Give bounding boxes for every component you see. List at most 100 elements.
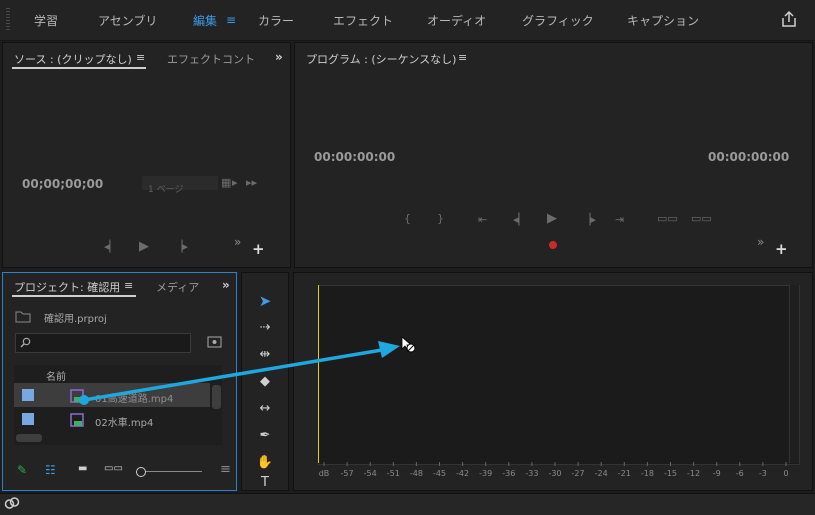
- share-icon[interactable]: [780, 10, 798, 28]
- ruler-label: -36: [502, 469, 515, 478]
- tab-project[interactable]: プロジェクト: 確認用: [14, 279, 120, 295]
- program-add-button-icon[interactable]: +: [775, 240, 788, 258]
- panel-overflow-icon[interactable]: »: [275, 50, 283, 64]
- page-field[interactable]: 1 ページ: [142, 176, 218, 195]
- ruler-label: -21: [618, 469, 631, 478]
- hand-tool-icon[interactable]: ✋: [253, 452, 277, 474]
- zoom-slider-handle[interactable]: [136, 467, 146, 477]
- vertical-scrollbar[interactable]: [212, 385, 221, 409]
- freeform-view-icon[interactable]: ▭▭: [104, 463, 123, 474]
- clip-icon: [70, 389, 84, 403]
- meter-strip: [789, 285, 799, 463]
- type-tool-icon[interactable]: T: [253, 476, 277, 490]
- ruler-label: -51: [387, 469, 400, 478]
- workspace-graphics[interactable]: グラフィック: [522, 12, 594, 29]
- ruler-label: -12: [687, 469, 700, 478]
- page-arrow-icon[interactable]: ▸: [232, 176, 238, 189]
- program-menu-icon[interactable]: ≡: [458, 51, 467, 64]
- ruler-label: -6: [736, 469, 744, 478]
- lift-icon[interactable]: ▭▭: [657, 212, 678, 225]
- workspace-assembly[interactable]: アセンブリ: [98, 12, 157, 29]
- ruler-label: -45: [433, 469, 446, 478]
- label-color-swatch[interactable]: [22, 413, 34, 425]
- tab-source[interactable]: ソース : (クリップなし): [14, 51, 132, 67]
- list-item-name[interactable]: 02水車.mp4: [95, 414, 153, 429]
- mark-in-icon[interactable]: {: [404, 212, 411, 225]
- ruler-label: -57: [341, 469, 354, 478]
- ruler-label: -15: [664, 469, 677, 478]
- pencil-icon[interactable]: ✎: [17, 463, 27, 477]
- source-panel: [2, 42, 291, 268]
- controls-overflow-icon[interactable]: »: [234, 235, 241, 249]
- playhead[interactable]: [318, 285, 319, 463]
- no-drop-cursor-icon: [401, 336, 416, 353]
- workspace-audio[interactable]: オーディオ: [427, 12, 486, 29]
- workspace-captions[interactable]: キャプション: [627, 12, 699, 29]
- step-back-icon[interactable]: ◂▏: [513, 213, 527, 226]
- ripple-edit-tool-icon[interactable]: ⇹: [253, 344, 277, 366]
- page-next-icon[interactable]: ▸▸: [246, 176, 257, 189]
- step-forward-icon[interactable]: ▕▸: [174, 240, 188, 253]
- active-tab-underline: [12, 67, 146, 69]
- audio-meter-ruler: dB -57 -54 -51 -48 -45 -42 -39 -36 -33 -30 -27 -24 -2…: [319, 462, 789, 478]
- ruler-label: -42: [456, 469, 469, 478]
- ruler-label: -3: [759, 469, 767, 478]
- go-to-out-icon[interactable]: ⇥: [615, 213, 624, 226]
- go-to-in-icon[interactable]: ⇤: [478, 213, 487, 226]
- program-overflow-icon[interactable]: »: [757, 235, 764, 249]
- slip-tool-icon[interactable]: ↔: [253, 398, 277, 420]
- ruler-label: -39: [479, 469, 492, 478]
- search-icon: [20, 337, 31, 348]
- play-icon[interactable]: ▶: [139, 239, 149, 254]
- project-overflow-icon[interactable]: »: [222, 278, 230, 292]
- mark-out-icon[interactable]: }: [437, 212, 444, 225]
- add-button-icon[interactable]: +: [252, 240, 265, 258]
- list-view-icon[interactable]: ☷: [45, 463, 56, 477]
- source-menu-icon[interactable]: ≡: [136, 51, 145, 64]
- pen-tool-icon[interactable]: ✒: [253, 425, 277, 447]
- page-view-icon[interactable]: ▦: [221, 176, 231, 189]
- list-item-name[interactable]: 01高速道路.mp4: [95, 390, 173, 405]
- workspace-edit[interactable]: 編集: [193, 12, 217, 29]
- horizontal-scrollbar[interactable]: [16, 434, 42, 442]
- project-file-name: 確認用.prproj: [44, 314, 107, 325]
- clip-icon: [70, 413, 84, 427]
- program-timecode-current[interactable]: 00:00:00:00: [314, 150, 395, 164]
- record-icon[interactable]: [549, 241, 557, 249]
- ruler-label: -24: [595, 469, 608, 478]
- tab-effect-controls[interactable]: エフェクトコント: [167, 51, 255, 67]
- workspace-bar: 学習 アセンブリ 編集 ≡ カラー エフェクト オーディオ グラフィック キャプ…: [0, 0, 815, 41]
- selection-tool-icon[interactable]: ➤: [253, 290, 277, 312]
- ruler-label: -30: [548, 469, 561, 478]
- zoom-slider-track[interactable]: [146, 471, 202, 472]
- play-icon[interactable]: ▶: [547, 211, 557, 226]
- project-menu-icon[interactable]: ≡: [124, 279, 133, 292]
- ruler-label: -27: [572, 469, 585, 478]
- drag-grip[interactable]: [6, 8, 10, 30]
- creative-cloud-icon[interactable]: [4, 496, 20, 510]
- more-menu-icon[interactable]: ≡: [220, 462, 231, 477]
- new-bin-icon[interactable]: [207, 335, 223, 349]
- icon-view-icon[interactable]: ▬: [78, 463, 87, 474]
- ruler-label: -33: [525, 469, 538, 478]
- label-color-swatch[interactable]: [22, 389, 34, 401]
- workspace-menu-icon[interactable]: ≡: [226, 13, 236, 27]
- active-tab-underline: [12, 295, 136, 297]
- column-header-name[interactable]: 名前: [46, 368, 66, 383]
- timeline-area[interactable]: [318, 285, 800, 465]
- step-back-icon[interactable]: ◂▏: [104, 240, 118, 253]
- tab-media-browser[interactable]: メディア: [156, 279, 199, 295]
- program-title[interactable]: プログラム : (シーケンスなし): [306, 51, 456, 67]
- source-timecode[interactable]: 00;00;00;00: [22, 177, 103, 191]
- workspace-effects[interactable]: エフェクト: [333, 12, 393, 29]
- workspace-learn[interactable]: 学習: [34, 12, 58, 29]
- ruler-label: -54: [364, 469, 377, 478]
- step-forward-icon[interactable]: ▕▸: [582, 213, 596, 226]
- track-select-tool-icon[interactable]: ⇢: [253, 317, 277, 339]
- ruler-label: -18: [641, 469, 654, 478]
- search-input[interactable]: [15, 333, 191, 353]
- project-folder-icon: [15, 311, 31, 323]
- razor-tool-icon[interactable]: ◆: [253, 371, 277, 393]
- workspace-color[interactable]: カラー: [258, 12, 294, 29]
- extract-icon[interactable]: ▭▭: [691, 212, 712, 225]
